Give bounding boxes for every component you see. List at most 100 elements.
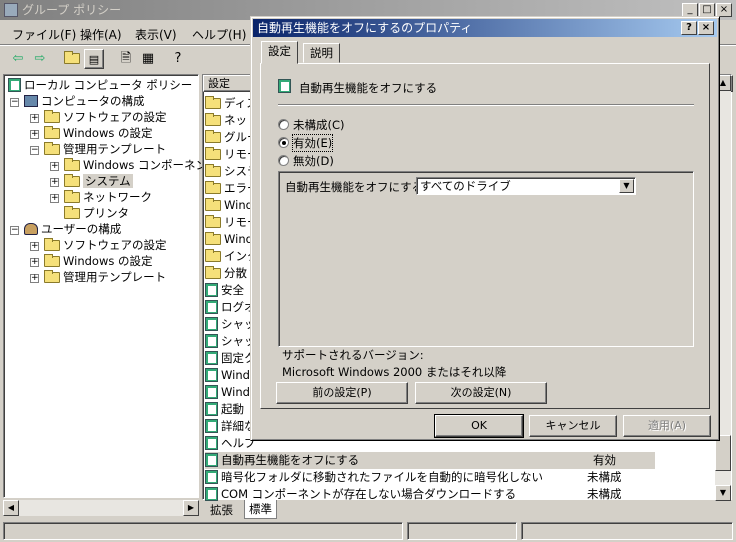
collapse-icon[interactable]: −: [30, 146, 39, 155]
policy-setting-icon: [205, 283, 218, 297]
expand-icon[interactable]: +: [30, 242, 39, 251]
settings-tab-panel: 自動再生機能をオフにする 未構成(C) 有効(E) 無効(D) 自動再生機能をオ…: [260, 63, 710, 409]
supported-value: Microsoft Windows 2000 またはそれ以降: [282, 365, 507, 379]
next-setting-button[interactable]: 次の設定(N): [415, 382, 547, 404]
policy-setting-icon: [205, 351, 218, 365]
folder-icon: [205, 130, 221, 143]
folder-icon: [64, 190, 80, 203]
folder-icon: [205, 96, 221, 109]
menu-action[interactable]: 操作(A): [80, 26, 122, 43]
policy-setting-icon: [205, 385, 218, 399]
option-label: 自動再生機能をオフにする:: [285, 180, 427, 194]
collapse-icon[interactable]: −: [10, 226, 19, 235]
folder-icon: [205, 181, 221, 194]
policy-setting-icon: [205, 470, 218, 484]
tree-item-user-windows-settings[interactable]: Windows の設定: [44, 253, 153, 269]
menu-view[interactable]: 表示(V): [135, 26, 177, 43]
help-icon[interactable]: ?: [168, 49, 188, 69]
options-box: 自動再生機能をオフにする: すべてのドライブ ▼: [278, 171, 694, 347]
cancel-button[interactable]: キャンセル: [529, 415, 617, 437]
tab-settings[interactable]: 設定: [261, 41, 298, 64]
properties-icon[interactable]: 🗎: [116, 49, 136, 69]
expand-icon[interactable]: +: [30, 274, 39, 283]
menu-help[interactable]: ヘルプ(H): [192, 26, 246, 43]
list-item[interactable]: 暗号化フォルダに移動されたファイルを自動的に暗号化しない 未構成: [205, 469, 715, 486]
list-item-selected[interactable]: 自動再生機能をオフにする 有効: [205, 452, 655, 469]
radio-not-configured-label[interactable]: 未構成(C): [293, 117, 345, 133]
tree-item-software-settings[interactable]: ソフトウェアの設定: [44, 109, 167, 125]
folder-icon: [44, 110, 60, 123]
tree-horizontal-scrollbar[interactable]: ◀ ▶: [3, 500, 199, 516]
dialog-titlebar[interactable]: 自動再生機能をオフにするのプロパティ: [253, 19, 717, 37]
expand-icon[interactable]: +: [50, 178, 59, 187]
chevron-down-icon[interactable]: ▼: [619, 179, 634, 193]
previous-setting-button[interactable]: 前の設定(P): [276, 382, 408, 404]
scroll-down-icon[interactable]: ▼: [715, 485, 731, 501]
policy-setting-icon: [205, 487, 218, 501]
console-tree[interactable]: ローカル コンピュータ ポリシー − コンピュータの構成 + ソフトウェアの設定…: [3, 74, 219, 498]
policy-setting-icon: [205, 402, 218, 416]
up-folder-icon[interactable]: [62, 49, 82, 69]
apply-button[interactable]: 適用(A): [623, 415, 711, 437]
folder-icon: [64, 158, 80, 171]
status-pane: [407, 522, 517, 540]
tree-item-network[interactable]: ネットワーク: [64, 189, 152, 205]
tree-item-windows-components[interactable]: Windows コンポーネント: [64, 157, 219, 173]
radio-enabled[interactable]: [278, 137, 289, 148]
tab-standard[interactable]: 標準: [244, 500, 277, 519]
policy-name: 自動再生機能をオフにする: [299, 81, 438, 95]
separator: [278, 104, 694, 106]
tree-item-windows-settings[interactable]: Windows の設定: [44, 125, 153, 141]
close-button[interactable]: ×: [716, 3, 732, 17]
dialog-title: 自動再生機能をオフにするのプロパティ: [257, 21, 473, 35]
policy-setting-icon: [278, 79, 291, 93]
drive-select[interactable]: すべてのドライブ ▼: [416, 177, 636, 195]
show-hide-tree-icon[interactable]: ▤: [84, 49, 104, 69]
radio-not-configured[interactable]: [278, 119, 289, 130]
expand-icon[interactable]: +: [50, 162, 59, 171]
policy-icon: [8, 78, 21, 92]
folder-icon: [205, 215, 221, 228]
expand-icon[interactable]: +: [30, 114, 39, 123]
close-icon[interactable]: ×: [698, 21, 714, 35]
status-pane: [521, 522, 733, 540]
supported-label: サポートされるバージョン:: [282, 348, 424, 362]
tree-item-admin-templates[interactable]: 管理用テンプレート: [44, 141, 166, 157]
scroll-right-icon[interactable]: ▶: [183, 500, 199, 516]
tab-explanation[interactable]: 説明: [303, 43, 340, 63]
scroll-left-icon[interactable]: ◀: [3, 500, 19, 516]
radio-disabled-label[interactable]: 無効(D): [293, 153, 334, 169]
ok-button[interactable]: OK: [434, 414, 524, 438]
tree-item-system[interactable]: システム: [64, 173, 133, 189]
radio-disabled[interactable]: [278, 155, 289, 166]
forward-arrow-icon[interactable]: ⇨: [30, 49, 50, 69]
main-window-title: グループ ポリシー: [22, 3, 122, 17]
policy-setting-icon: [205, 368, 218, 382]
tree-item-user-config[interactable]: ユーザーの構成: [24, 221, 121, 237]
tab-extended[interactable]: 拡張: [210, 502, 233, 518]
folder-icon: [64, 206, 80, 219]
expand-icon[interactable]: +: [30, 258, 39, 267]
radio-enabled-label[interactable]: 有効(E): [291, 134, 334, 152]
policy-setting-icon: [205, 419, 218, 433]
expand-icon[interactable]: +: [30, 130, 39, 139]
folder-icon: [205, 232, 221, 245]
export-list-icon[interactable]: ▦: [138, 49, 158, 69]
tree-item-local-policy[interactable]: ローカル コンピュータ ポリシー: [8, 77, 192, 93]
folder-icon: [205, 249, 221, 262]
menu-file[interactable]: ファイル(F): [12, 26, 76, 43]
view-tabs: 拡張 標準: [202, 500, 322, 519]
folder-icon: [44, 270, 60, 283]
tree-item-user-software-settings[interactable]: ソフトウェアの設定: [44, 237, 167, 253]
back-arrow-icon[interactable]: ⇦: [8, 49, 28, 69]
expand-icon[interactable]: +: [50, 194, 59, 203]
minimize-button[interactable]: _: [682, 3, 698, 17]
help-icon[interactable]: ?: [681, 21, 697, 35]
collapse-icon[interactable]: −: [10, 98, 19, 107]
user-icon: [24, 223, 38, 235]
maximize-button[interactable]: □: [699, 3, 715, 17]
tree-item-computer-config[interactable]: コンピュータの構成: [24, 93, 145, 109]
tree-item-user-admin-templates[interactable]: 管理用テンプレート: [44, 269, 166, 285]
folder-icon: [64, 174, 80, 187]
tree-item-printers[interactable]: プリンタ: [64, 205, 129, 221]
